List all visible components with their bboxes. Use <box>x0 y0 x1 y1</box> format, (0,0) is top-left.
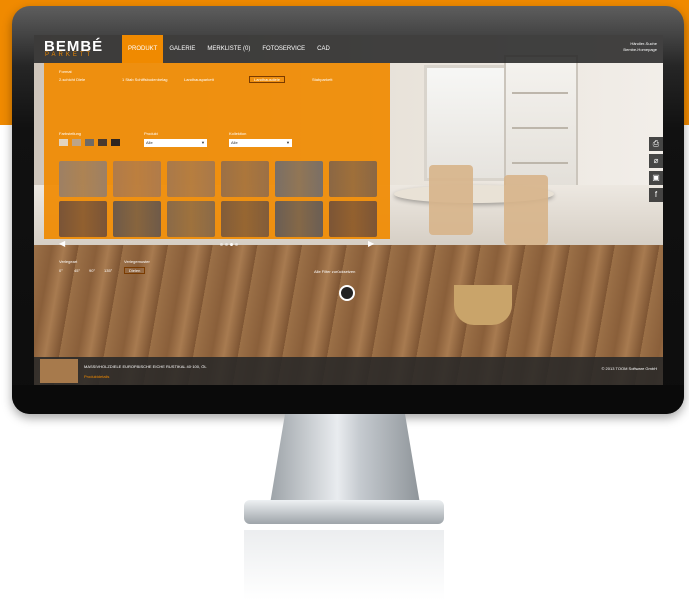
reset-filters-link[interactable]: Alle Filter zurücksetzen <box>314 269 355 274</box>
verlegeart-option[interactable]: 135° <box>104 268 112 273</box>
print-icon[interactable]: ⎙ <box>649 137 663 151</box>
product-title: MASSIVHOLZDIELE EUROPÄISCHE EICHE RUSTIK… <box>84 364 207 369</box>
room-basket <box>454 285 512 325</box>
kollektion-select-value: Alle <box>231 140 238 145</box>
floor-tile[interactable] <box>167 161 215 197</box>
color-swatch[interactable] <box>111 139 120 146</box>
monitor-stand-base <box>244 500 444 524</box>
verlegeart-option[interactable]: 45° <box>74 268 80 273</box>
tab-galerie[interactable]: GALERIE <box>163 35 201 63</box>
facebook-icon[interactable]: f <box>649 188 663 202</box>
floor-tile[interactable] <box>329 201 377 237</box>
format-option[interactable]: Stabparkett <box>312 77 332 82</box>
verlegemuster-label: Verlegemuster <box>124 259 150 264</box>
prev-arrow-icon[interactable]: ◀ <box>59 239 65 248</box>
product-filter-panel: Format 2-schicht Diele 1 Stab Schiffsbod… <box>44 63 390 274</box>
app-screen: BEMBÉ PARKETT PRODUKT GALERIE MERKLISTE … <box>34 35 663 385</box>
cabinet-shelf <box>512 162 568 164</box>
floor-tile[interactable] <box>275 161 323 197</box>
chevron-down-icon: ▼ <box>286 140 290 145</box>
tab-merkliste[interactable]: MERKLISTE (0) <box>201 35 256 63</box>
copyright-text: © 2013 TOOM Software GmbH <box>601 366 658 371</box>
pager-dots <box>220 243 238 246</box>
chevron-down-icon: ▼ <box>201 140 205 145</box>
floor-tile[interactable] <box>221 201 269 237</box>
side-toolbar: ⎙ ⌀ ▣ f <box>649 137 663 205</box>
logo-sub: PARKETT <box>45 52 94 58</box>
format-option[interactable]: Landhausparkett <box>184 77 214 82</box>
format-label: Format <box>59 69 72 74</box>
floor-tile[interactable] <box>113 201 161 237</box>
floor-tile[interactable] <box>113 161 161 197</box>
format-option[interactable]: 2-schicht Diele <box>59 77 85 82</box>
pager-dot[interactable] <box>220 243 223 246</box>
verlegeart-option[interactable]: 90° <box>89 268 95 273</box>
top-links: Händler-Suche Bembe-Homepage <box>623 41 657 53</box>
verlegeart-label: Verlegeart <box>59 259 78 264</box>
pager-dot[interactable] <box>235 243 238 246</box>
format-option[interactable]: 1 Stab Schiffsbodenbelag <box>122 77 168 82</box>
bottom-bar: MASSIVHOLZDIELE EUROPÄISCHE EICHE RUSTIK… <box>34 357 663 385</box>
floor-tile[interactable] <box>329 161 377 197</box>
color-swatch[interactable] <box>85 139 94 146</box>
color-swatch[interactable] <box>72 139 81 146</box>
verlegeart-option[interactable]: 0° <box>59 268 63 273</box>
product-thumbnail[interactable] <box>40 359 78 383</box>
format-option-selected[interactable]: Landhausdiele <box>249 76 286 83</box>
room-chair <box>504 175 548 245</box>
kollektion-label: Kollektion <box>229 131 247 136</box>
save-icon[interactable]: ▣ <box>649 171 663 185</box>
floor-tile[interactable] <box>275 201 323 237</box>
brand-logo[interactable]: BEMBÉ PARKETT <box>44 38 116 60</box>
color-swatch[interactable] <box>59 139 68 146</box>
tag-icon[interactable]: ⌀ <box>649 154 663 168</box>
tab-produkt[interactable]: PRODUKT <box>122 35 164 63</box>
floor-tile[interactable] <box>221 161 269 197</box>
room-chair <box>429 165 473 235</box>
verlegemuster-option[interactable]: Dielen <box>124 267 146 274</box>
produkt-select-value: Alle <box>146 140 153 145</box>
produkt-select[interactable]: Alle ▼ <box>144 139 207 147</box>
monitor-stand-neck <box>270 414 420 504</box>
pager-dot[interactable] <box>225 243 228 246</box>
homepage-link[interactable]: Bembe-Homepage <box>623 47 657 53</box>
monitor-chin <box>12 385 684 414</box>
pager-dot[interactable] <box>230 243 233 246</box>
stand-reflection <box>244 530 444 600</box>
cabinet-shelf <box>512 127 568 129</box>
floor-tile[interactable] <box>167 201 215 237</box>
cabinet-shelf <box>512 92 568 94</box>
product-details-link[interactable]: Produktdetails <box>84 374 109 379</box>
floor-tile[interactable] <box>59 201 107 237</box>
tab-fotoservice[interactable]: FOTOSERVICE <box>256 35 311 63</box>
kollektion-select[interactable]: Alle ▼ <box>229 139 292 147</box>
color-label: Farbstellung <box>59 131 82 136</box>
top-navigation: BEMBÉ PARKETT PRODUKT GALERIE MERKLISTE … <box>34 35 663 63</box>
color-swatch[interactable] <box>98 139 107 146</box>
produkt-label: Produkt <box>144 131 158 136</box>
nav-tabs: PRODUKT GALERIE MERKLISTE (0) FOTOSERVIC… <box>122 35 336 63</box>
tab-cad[interactable]: CAD <box>311 35 336 63</box>
next-arrow-icon[interactable]: ▶ <box>368 239 374 248</box>
hotspot-marker[interactable] <box>339 285 355 301</box>
floor-tile[interactable] <box>59 161 107 197</box>
